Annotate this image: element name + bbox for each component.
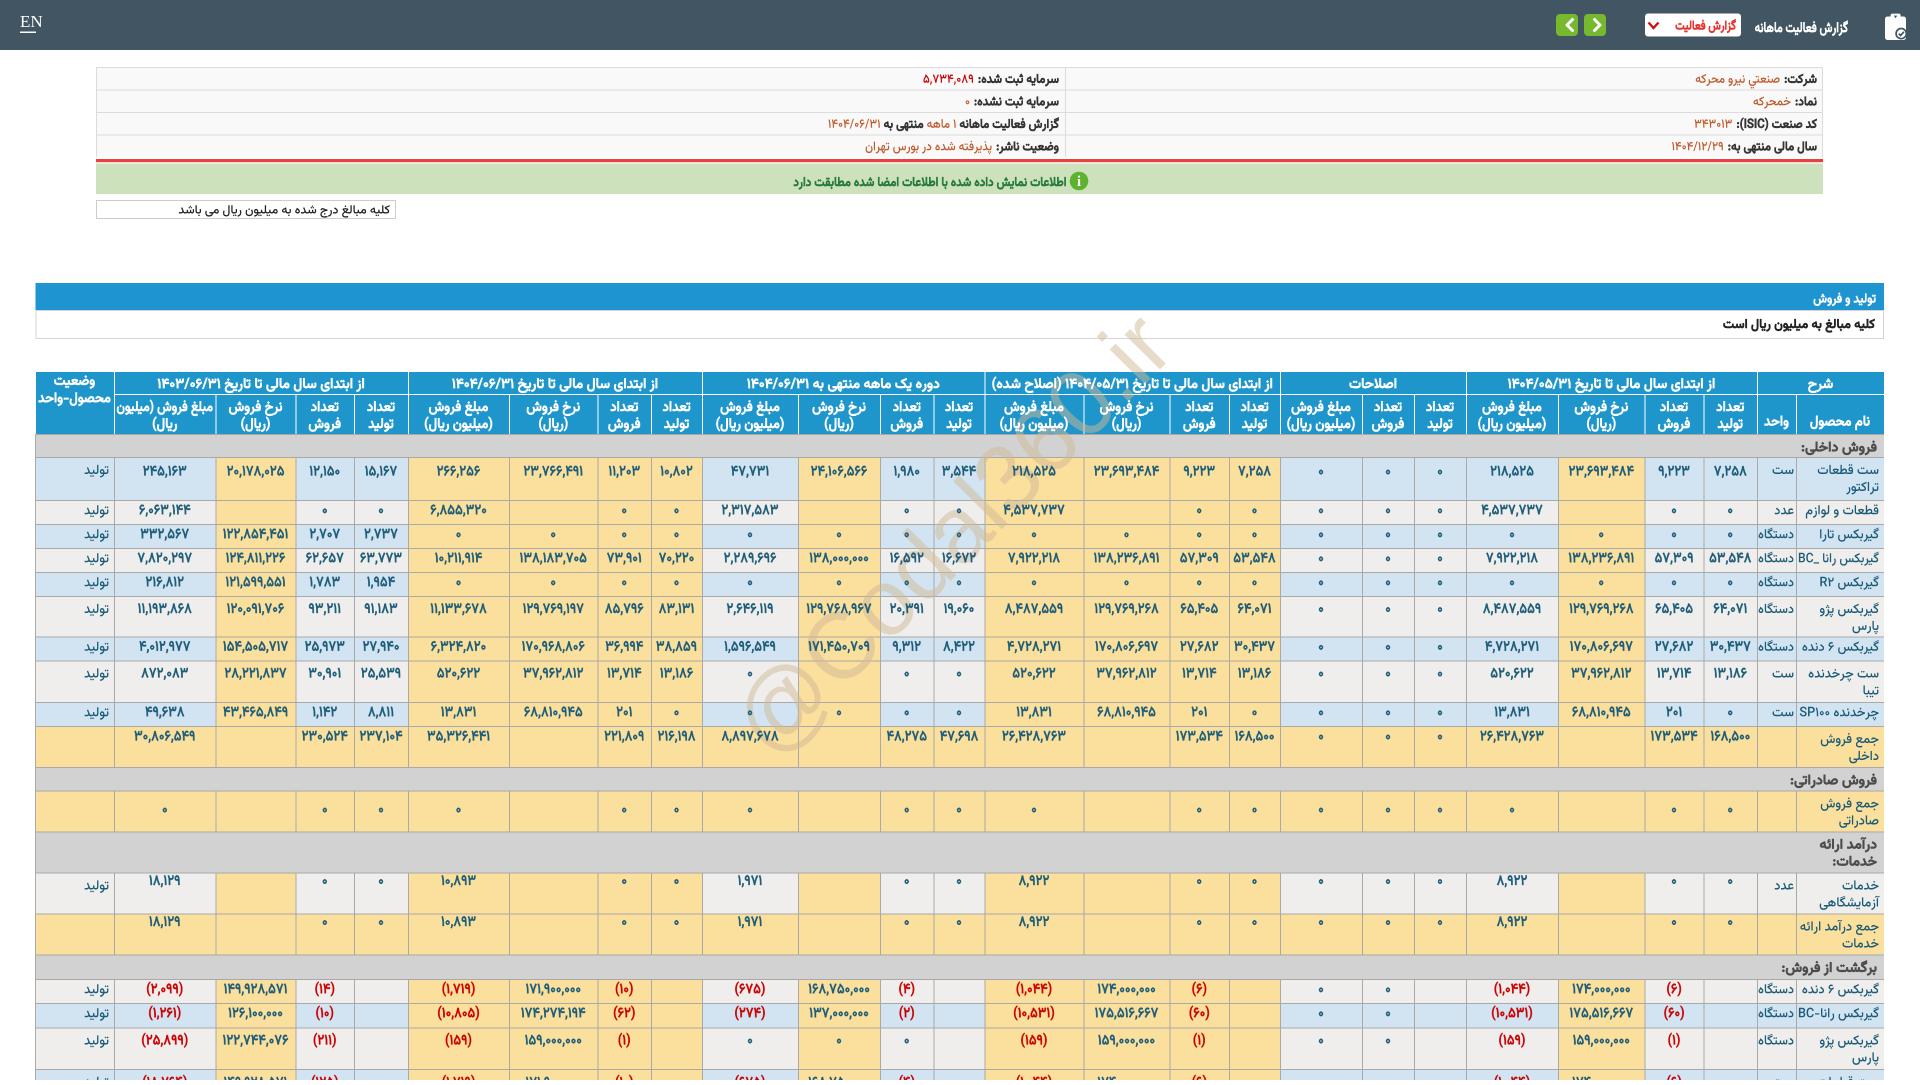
svg-text:EN: EN [20, 12, 43, 31]
svg-text:i: i [1077, 174, 1081, 190]
